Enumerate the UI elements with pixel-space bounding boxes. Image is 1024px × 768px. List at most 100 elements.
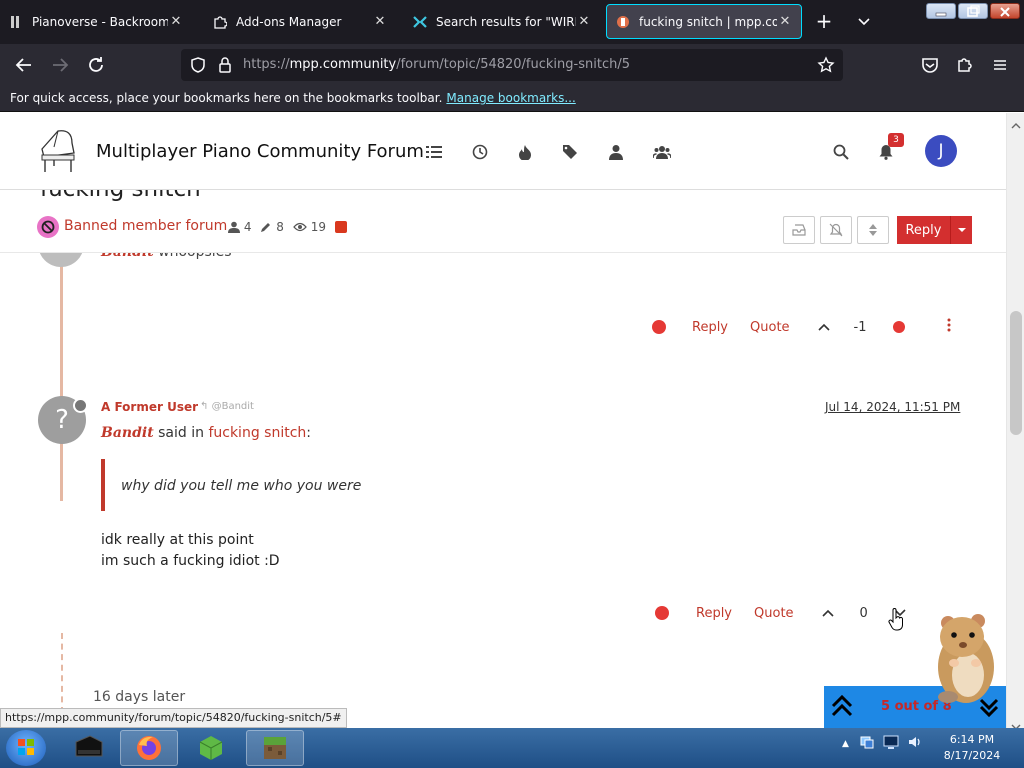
user-avatar[interactable]: J — [925, 135, 957, 167]
inbox-icon — [792, 224, 806, 236]
minecraft-icon[interactable] — [246, 730, 304, 766]
grand-piano-logo[interactable] — [36, 127, 78, 175]
new-tab-button[interactable]: + — [812, 10, 836, 34]
clock-time: 6:14 PM — [949, 733, 995, 746]
reply-to-link[interactable]: ↰ @Bandit — [200, 401, 254, 412]
reaction-icon[interactable] — [652, 320, 666, 334]
volume-tray-icon[interactable] — [907, 734, 923, 754]
tab-title: Search results for "WIRESH — [436, 14, 576, 29]
page-scrollbar[interactable] — [1006, 113, 1024, 730]
start-button[interactable] — [6, 730, 46, 766]
search-icon[interactable] — [832, 143, 850, 161]
tab-fucking-snitch[interactable]: fucking snitch | mpp.comm ✕ — [606, 4, 802, 39]
quote-button[interactable]: Quote — [750, 320, 790, 335]
windows-taskbar: ▲ 6:14 PM 8/17/2024 — [0, 728, 1024, 768]
close-icon[interactable]: ✕ — [168, 14, 184, 29]
user-icon[interactable] — [607, 143, 625, 161]
firefox-icon[interactable] — [120, 730, 178, 766]
blockquote-bar — [101, 459, 105, 511]
banned-category-icon[interactable] — [37, 216, 59, 238]
tab-search-results[interactable]: Search results for "WIRESH ✕ — [404, 4, 600, 39]
reply-button[interactable]: Reply — [692, 320, 728, 335]
tab-pianoverse[interactable]: Pianoverse - Backrooms (2) ✕ — [0, 4, 192, 39]
quoted-user-link[interactable]: Bandit — [101, 425, 154, 441]
reply-arrow-icon: ↰ — [200, 401, 209, 412]
close-icon[interactable]: ✕ — [777, 14, 793, 29]
reload-icon[interactable] — [84, 53, 108, 77]
rss-icon[interactable] — [335, 221, 348, 233]
pocket-icon[interactable] — [918, 53, 942, 77]
reply-button[interactable]: Reply — [696, 606, 732, 621]
post-actions: Reply Quote 0 — [655, 603, 906, 623]
post-body: idk really at this point im such a fucki… — [101, 530, 280, 572]
close-window-button[interactable] — [990, 3, 1020, 19]
tab-addons-manager[interactable]: Add-ons Manager ✕ — [204, 4, 396, 39]
pianoverse-icon — [8, 14, 24, 30]
list-icon[interactable] — [425, 143, 443, 161]
system-clock[interactable]: 6:14 PM 8/17/2024 — [936, 732, 1008, 764]
close-icon[interactable]: ✕ — [372, 14, 388, 29]
url-text[interactable]: https://mpp.community/forum/topic/54820/… — [243, 57, 630, 72]
url-bar[interactable]: https://mpp.community/forum/topic/54820/… — [181, 49, 843, 81]
posters-count: 4 — [243, 220, 252, 234]
post-body-line: im such a fucking idiot :D — [101, 553, 280, 569]
tray-expand-icon[interactable]: ▲ — [842, 739, 849, 749]
extensions-icon[interactable] — [953, 53, 977, 77]
reply-topic-button[interactable]: Reply — [897, 216, 972, 244]
post-author[interactable]: A Former User — [101, 400, 198, 414]
upvote-icon[interactable] — [821, 606, 834, 621]
close-icon[interactable]: ✕ — [576, 14, 592, 29]
forward-arrow-icon[interactable] — [48, 53, 72, 77]
timeline-gap — [61, 633, 63, 713]
browser-nav-bar: https://mpp.community/forum/topic/54820/… — [0, 44, 1024, 86]
vote-count: -1 — [853, 319, 867, 335]
forum-page: Multiplayer Piano Community Forum 3 J fu… — [0, 113, 1006, 728]
mark-unread-button[interactable] — [783, 216, 815, 244]
back-arrow-icon[interactable] — [12, 53, 36, 77]
shield-icon[interactable] — [189, 56, 207, 78]
double-chevron-up-icon[interactable] — [830, 693, 854, 723]
monitor-tray-icon[interactable] — [883, 734, 899, 754]
hand-cursor-icon — [887, 608, 905, 636]
lock-icon[interactable] — [217, 56, 233, 78]
tags-icon[interactable] — [562, 143, 580, 161]
restore-button[interactable] — [958, 3, 988, 19]
hamster-sticker — [922, 605, 1006, 705]
sort-button[interactable] — [857, 216, 889, 244]
clock-icon[interactable] — [471, 143, 489, 161]
watch-topic-button[interactable] — [820, 216, 852, 244]
scroll-up-icon[interactable] — [1011, 115, 1021, 134]
tab-title: Pianoverse - Backrooms (2) — [32, 14, 168, 29]
piano-app-icon[interactable] — [60, 730, 118, 766]
star-icon[interactable] — [817, 56, 835, 78]
chevron-down-icon[interactable] — [852, 12, 876, 32]
quote-button[interactable]: Quote — [754, 606, 794, 621]
caret-down-icon[interactable] — [950, 216, 972, 244]
reaction-icon[interactable] — [655, 606, 669, 620]
offline-status-dot — [73, 398, 88, 413]
puzzle-icon — [212, 14, 228, 30]
tab-title: Add-ons Manager — [236, 14, 342, 29]
upvote-icon[interactable] — [817, 320, 830, 335]
posts-count: 8 — [276, 220, 284, 234]
green-cube-icon[interactable] — [182, 730, 240, 766]
category-link[interactable]: Banned member forum — [64, 218, 227, 234]
manage-bookmarks-link[interactable]: Manage bookmarks... — [446, 91, 575, 105]
piano-site-icon — [615, 14, 631, 30]
minimize-button[interactable] — [926, 3, 956, 19]
menu-icon[interactable] — [988, 53, 1012, 77]
scrollbar-thumb[interactable] — [1010, 311, 1022, 435]
blockquote-text: why did you tell me who you were — [121, 478, 362, 494]
tab-title: fucking snitch | mpp.comm — [639, 14, 777, 29]
downvote-icon[interactable] — [892, 321, 905, 333]
reply-label: Reply — [905, 222, 942, 238]
site-header: Multiplayer Piano Community Forum 3 J — [0, 113, 1006, 190]
bookmarks-toolbar: For quick access, place your bookmarks h… — [0, 86, 1024, 112]
groups-icon[interactable] — [653, 143, 671, 161]
site-title[interactable]: Multiplayer Piano Community Forum — [96, 141, 424, 162]
network-tray-icon[interactable] — [859, 734, 875, 754]
more-options-icon[interactable] — [947, 318, 951, 336]
post-timestamp[interactable]: Jul 14, 2024, 11:51 PM — [825, 400, 960, 414]
topic-link[interactable]: fucking snitch — [208, 425, 306, 441]
fire-icon[interactable] — [516, 143, 534, 161]
